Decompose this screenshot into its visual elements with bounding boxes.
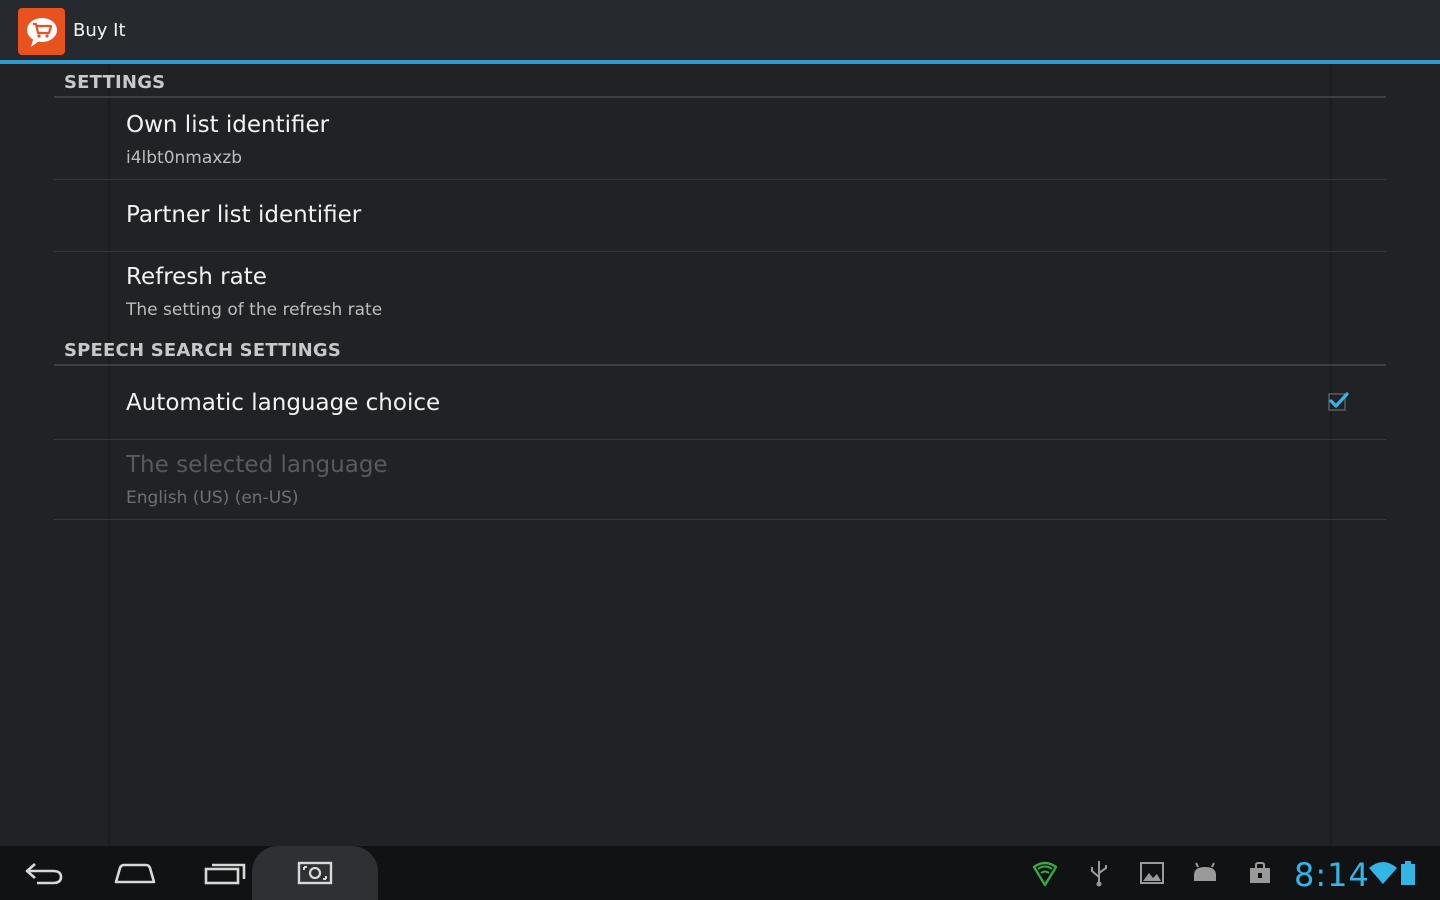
store-notification[interactable] [1245, 858, 1275, 888]
debug-notification[interactable] [1190, 858, 1220, 888]
category-label: SETTINGS [64, 72, 166, 93]
category-settings: SETTINGS [54, 64, 1386, 98]
gallery-notification[interactable] [1137, 858, 1167, 888]
security-status[interactable] [1030, 858, 1060, 888]
usb-status[interactable] [1084, 858, 1114, 888]
system-navigation-bar: 8:14 [0, 846, 1440, 900]
back-icon [25, 863, 63, 885]
app-icon[interactable] [18, 8, 65, 55]
shopping-cart-speech-bubble-icon [26, 17, 57, 47]
pref-title: Own list identifier [126, 112, 330, 138]
back-button[interactable] [0, 846, 90, 900]
screenshot-icon [297, 861, 333, 885]
screenshot-button[interactable] [252, 846, 378, 900]
pref-summary: The setting of the refresh rate [126, 300, 383, 320]
shield-icon [1032, 861, 1058, 887]
pref-partner-list-identifier[interactable]: Partner list identifier [54, 180, 1386, 252]
pref-own-list-identifier[interactable]: Own list identifier i4lbt0nmaxzb [54, 100, 1386, 180]
wifi-icon [1369, 862, 1397, 884]
pref-title: The selected language [126, 452, 388, 478]
checkbox-checked-icon [1328, 392, 1349, 411]
store-bag-icon [1250, 862, 1270, 883]
pref-title: Partner list identifier [126, 202, 362, 228]
recent-apps-icon [204, 863, 246, 885]
pref-summary: i4lbt0nmaxzb [126, 148, 243, 168]
home-icon [114, 863, 156, 884]
status-clock[interactable]: 8:14 [1294, 856, 1370, 894]
pref-selected-language: The selected language English (US) (en-U… [54, 440, 1386, 520]
pref-title: Refresh rate [126, 264, 267, 290]
action-bar: Buy It [0, 0, 1440, 64]
app-title: Buy It [73, 20, 126, 41]
gallery-icon [1140, 862, 1164, 884]
category-speech-search-settings: SPEECH SEARCH SETTINGS [54, 332, 1386, 366]
android-debug-icon [1194, 862, 1216, 881]
usb-icon [1091, 861, 1107, 887]
battery-icon [1401, 861, 1415, 885]
pref-title: Automatic language choice [126, 390, 441, 416]
automatic-language-checkbox[interactable] [1326, 389, 1350, 413]
home-button[interactable] [90, 846, 180, 900]
wifi-status[interactable] [1368, 858, 1398, 888]
pref-summary: English (US) (en-US) [126, 488, 299, 508]
category-label: SPEECH SEARCH SETTINGS [64, 340, 342, 361]
battery-status[interactable] [1398, 858, 1418, 888]
pref-automatic-language-choice[interactable]: Automatic language choice [54, 368, 1386, 440]
pref-refresh-rate[interactable]: Refresh rate The setting of the refresh … [54, 252, 1386, 332]
